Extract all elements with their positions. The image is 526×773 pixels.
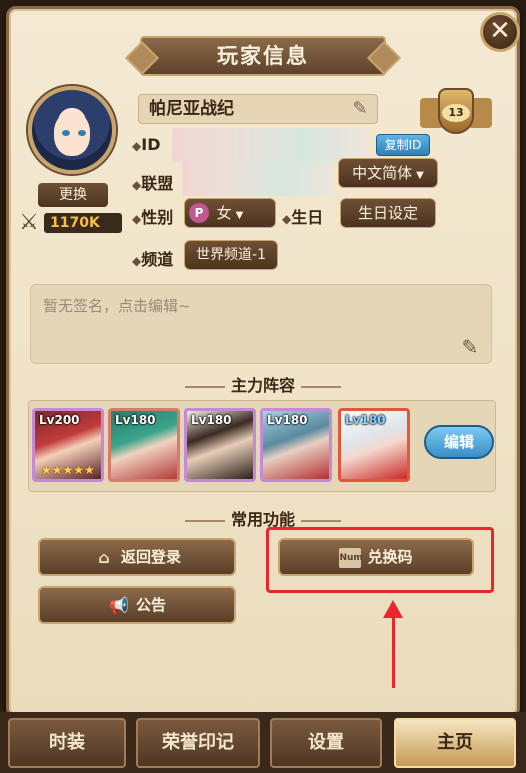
back-to-login-button[interactable]: ⌂ 返回登录 <box>38 538 236 576</box>
close-icon: ✕ <box>489 16 511 46</box>
team-section-header: 主力阵容 <box>0 372 526 396</box>
bottom-tab-bar: 时装 荣誉印记 设置 主页 <box>0 712 526 773</box>
gender-row: ◆性别 <box>132 204 173 228</box>
home-icon: ⌂ <box>98 547 110 567</box>
team-section-title: 主力阵容 <box>230 376 295 395</box>
rank-level: 13 <box>442 104 470 122</box>
close-button[interactable]: ✕ <box>480 12 520 52</box>
id-row: ◆ID <box>132 135 160 154</box>
page-title: 玩家信息 <box>140 36 386 76</box>
diamond-bullet-icon: ◆ <box>282 212 292 226</box>
edit-signature-icon[interactable]: ✎ <box>457 335 483 359</box>
gender-select[interactable]: P 女 ▼ <box>184 198 276 228</box>
birthday-row: ◆生日 <box>282 204 323 228</box>
sword-icon: ⚔ <box>19 210 39 235</box>
league-value-blurred <box>182 162 334 196</box>
channel-label: 频道 <box>141 250 174 269</box>
back-to-login-label: 返回登录 <box>120 548 181 566</box>
diamond-bullet-icon: ◆ <box>132 212 142 226</box>
id-label: ID <box>141 135 161 154</box>
arrow-shaft <box>392 614 395 688</box>
change-avatar-button[interactable]: 更换 <box>38 183 108 207</box>
channel-select[interactable]: 世界频道-1 <box>184 240 278 270</box>
gender-value: 女 <box>216 204 232 222</box>
language-value: 中文简体 <box>352 164 413 182</box>
player-name-field[interactable]: 帕尼亚战纪 ✎ <box>138 94 378 124</box>
language-select[interactable]: 中文简体 ▼ <box>338 158 438 188</box>
copy-id-button[interactable]: 复制ID <box>376 134 430 156</box>
chevron-down-icon: ▼ <box>416 170 424 181</box>
signature-field[interactable]: 暂无签名，点击编辑~ ✎ <box>30 284 492 364</box>
hero-stars: ★★★★★ <box>41 463 95 477</box>
hero-card[interactable]: Lv180 <box>260 408 332 482</box>
hero-level: Lv200 <box>39 413 80 427</box>
hero-card[interactable]: Lv180 <box>184 408 256 482</box>
notice-label: 公告 <box>135 596 166 614</box>
hero-card[interactable]: Lv180 <box>338 408 410 482</box>
gender-label: 性别 <box>141 208 174 227</box>
tab-home[interactable]: 主页 <box>394 718 516 768</box>
divider <box>184 519 225 522</box>
id-value-blurred <box>172 128 368 162</box>
hero-level: Lv180 <box>267 413 308 427</box>
power-display: ⚔ 1170K <box>16 210 122 236</box>
highlight-box <box>266 527 494 593</box>
divider <box>301 519 341 522</box>
chevron-down-icon: ▼ <box>235 210 244 221</box>
channel-row: ◆频道 <box>132 246 173 270</box>
edit-team-button[interactable]: 编辑 <box>424 425 494 459</box>
tab-settings[interactable]: 设置 <box>270 718 382 768</box>
power-value: 1170K <box>44 213 122 233</box>
divider <box>301 385 341 388</box>
diamond-bullet-icon: ◆ <box>132 178 142 192</box>
edit-name-icon[interactable]: ✎ <box>349 99 371 119</box>
avatar-eye <box>78 130 86 136</box>
birthday-label: 生日 <box>291 208 324 227</box>
tab-honor-marks[interactable]: 荣誉印记 <box>136 718 260 768</box>
league-row: ◆联盟 <box>132 170 173 194</box>
league-label: 联盟 <box>141 174 174 193</box>
gender-icon: P <box>189 203 209 223</box>
diamond-bullet-icon: ◆ <box>132 139 142 153</box>
megaphone-icon: 📢 <box>109 595 129 615</box>
hero-card[interactable]: Lv200 ★★★★★ <box>32 408 104 482</box>
hero-level: Lv180 <box>115 413 156 427</box>
avatar-eye <box>62 130 70 136</box>
hero-level: Lv180 <box>345 413 386 427</box>
divider <box>184 385 225 388</box>
tab-fashion[interactable]: 时装 <box>8 718 126 768</box>
birthday-set-button[interactable]: 生日设定 <box>340 198 436 228</box>
player-name: 帕尼亚战纪 <box>149 99 234 119</box>
avatar[interactable] <box>28 86 116 174</box>
hero-card[interactable]: Lv180 <box>108 408 180 482</box>
hero-level: Lv180 <box>191 413 232 427</box>
signature-placeholder: 暂无签名，点击编辑~ <box>43 297 191 315</box>
notice-button[interactable]: 📢 公告 <box>38 586 236 624</box>
diamond-bullet-icon: ◆ <box>132 254 142 268</box>
